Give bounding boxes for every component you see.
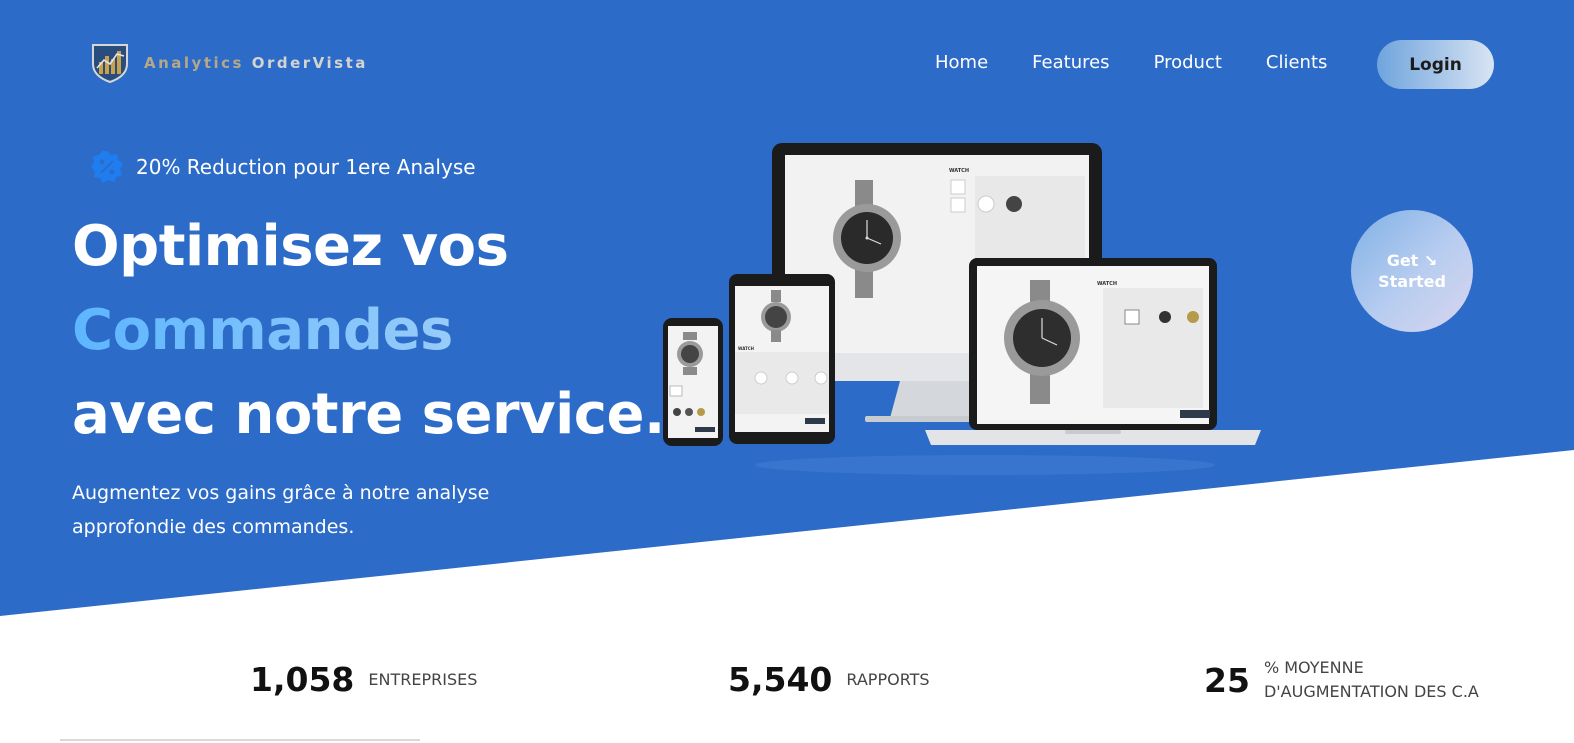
main-nav: Home Features Product Clients: [935, 52, 1371, 73]
stat-label: % MOYENNE D'AUGMENTATION DES C.A: [1264, 656, 1479, 704]
brand-name: Analytics OrderVista: [144, 54, 368, 72]
promo-text: 20% Reduction pour 1ere Analyse: [136, 155, 476, 179]
stat-label-line1: % MOYENNE: [1263, 658, 1364, 677]
phone: [663, 318, 723, 446]
divider: [60, 739, 420, 741]
brand-name-part1: Analytics: [144, 54, 244, 72]
hero-subtitle: Augmentez vos gains grâce à notre analys…: [72, 482, 490, 538]
headline-line3: avec notre service.: [72, 382, 665, 447]
nav-product-link[interactable]: Product: [1154, 52, 1222, 73]
stat-value: 25: [1204, 660, 1250, 700]
desktop-screen-title: WATCH: [949, 168, 969, 174]
login-button[interactable]: Login: [1377, 40, 1494, 89]
stat-rapports: 5,540 RAPPORTS: [728, 660, 930, 699]
percent-badge-icon: [91, 151, 123, 183]
brand-name-part2: OrderVista: [251, 54, 368, 72]
shield-bar-chart-icon: [92, 44, 128, 84]
promo-banner: 20% Reduction pour 1ere Analyse: [90, 150, 476, 184]
tablet: WATCH: [729, 274, 835, 444]
nav-features-link[interactable]: Features: [1032, 52, 1109, 73]
devices-mockup-image: WATCH WATCH WATCH: [663, 143, 1261, 475]
nav-clients-link[interactable]: Clients: [1266, 52, 1328, 73]
hero-headline: Optimisez vos Commandes avec notre servi…: [72, 205, 665, 457]
stat-augmentation: 25 % MOYENNE D'AUGMENTATION DES C.A: [1204, 656, 1479, 704]
stat-label: RAPPORTS: [846, 669, 930, 689]
brand-logo[interactable]: Analytics OrderVista: [90, 42, 368, 84]
tablet-screen-title: WATCH: [738, 346, 754, 351]
headline-line1: Optimisez vos: [72, 214, 509, 279]
stat-value: 5,540: [728, 660, 833, 699]
stat-label-line2: D'AUGMENTATION DES C.A: [1263, 682, 1479, 701]
laptop: WATCH: [925, 258, 1261, 445]
nav-home-link[interactable]: Home: [935, 52, 988, 73]
stat-entreprises: 1,058 ENTREPRISES: [250, 660, 477, 699]
stat-value: 1,058: [250, 660, 355, 699]
get-started-button[interactable]: Get ↘ Started: [1351, 210, 1473, 332]
headline-line2: Commandes: [72, 289, 665, 373]
stat-label: ENTREPRISES: [368, 669, 478, 689]
get-started-line1: Get ↘: [1386, 251, 1438, 270]
laptop-screen-title: WATCH: [1097, 281, 1117, 287]
get-started-line2: Started: [1378, 272, 1446, 291]
